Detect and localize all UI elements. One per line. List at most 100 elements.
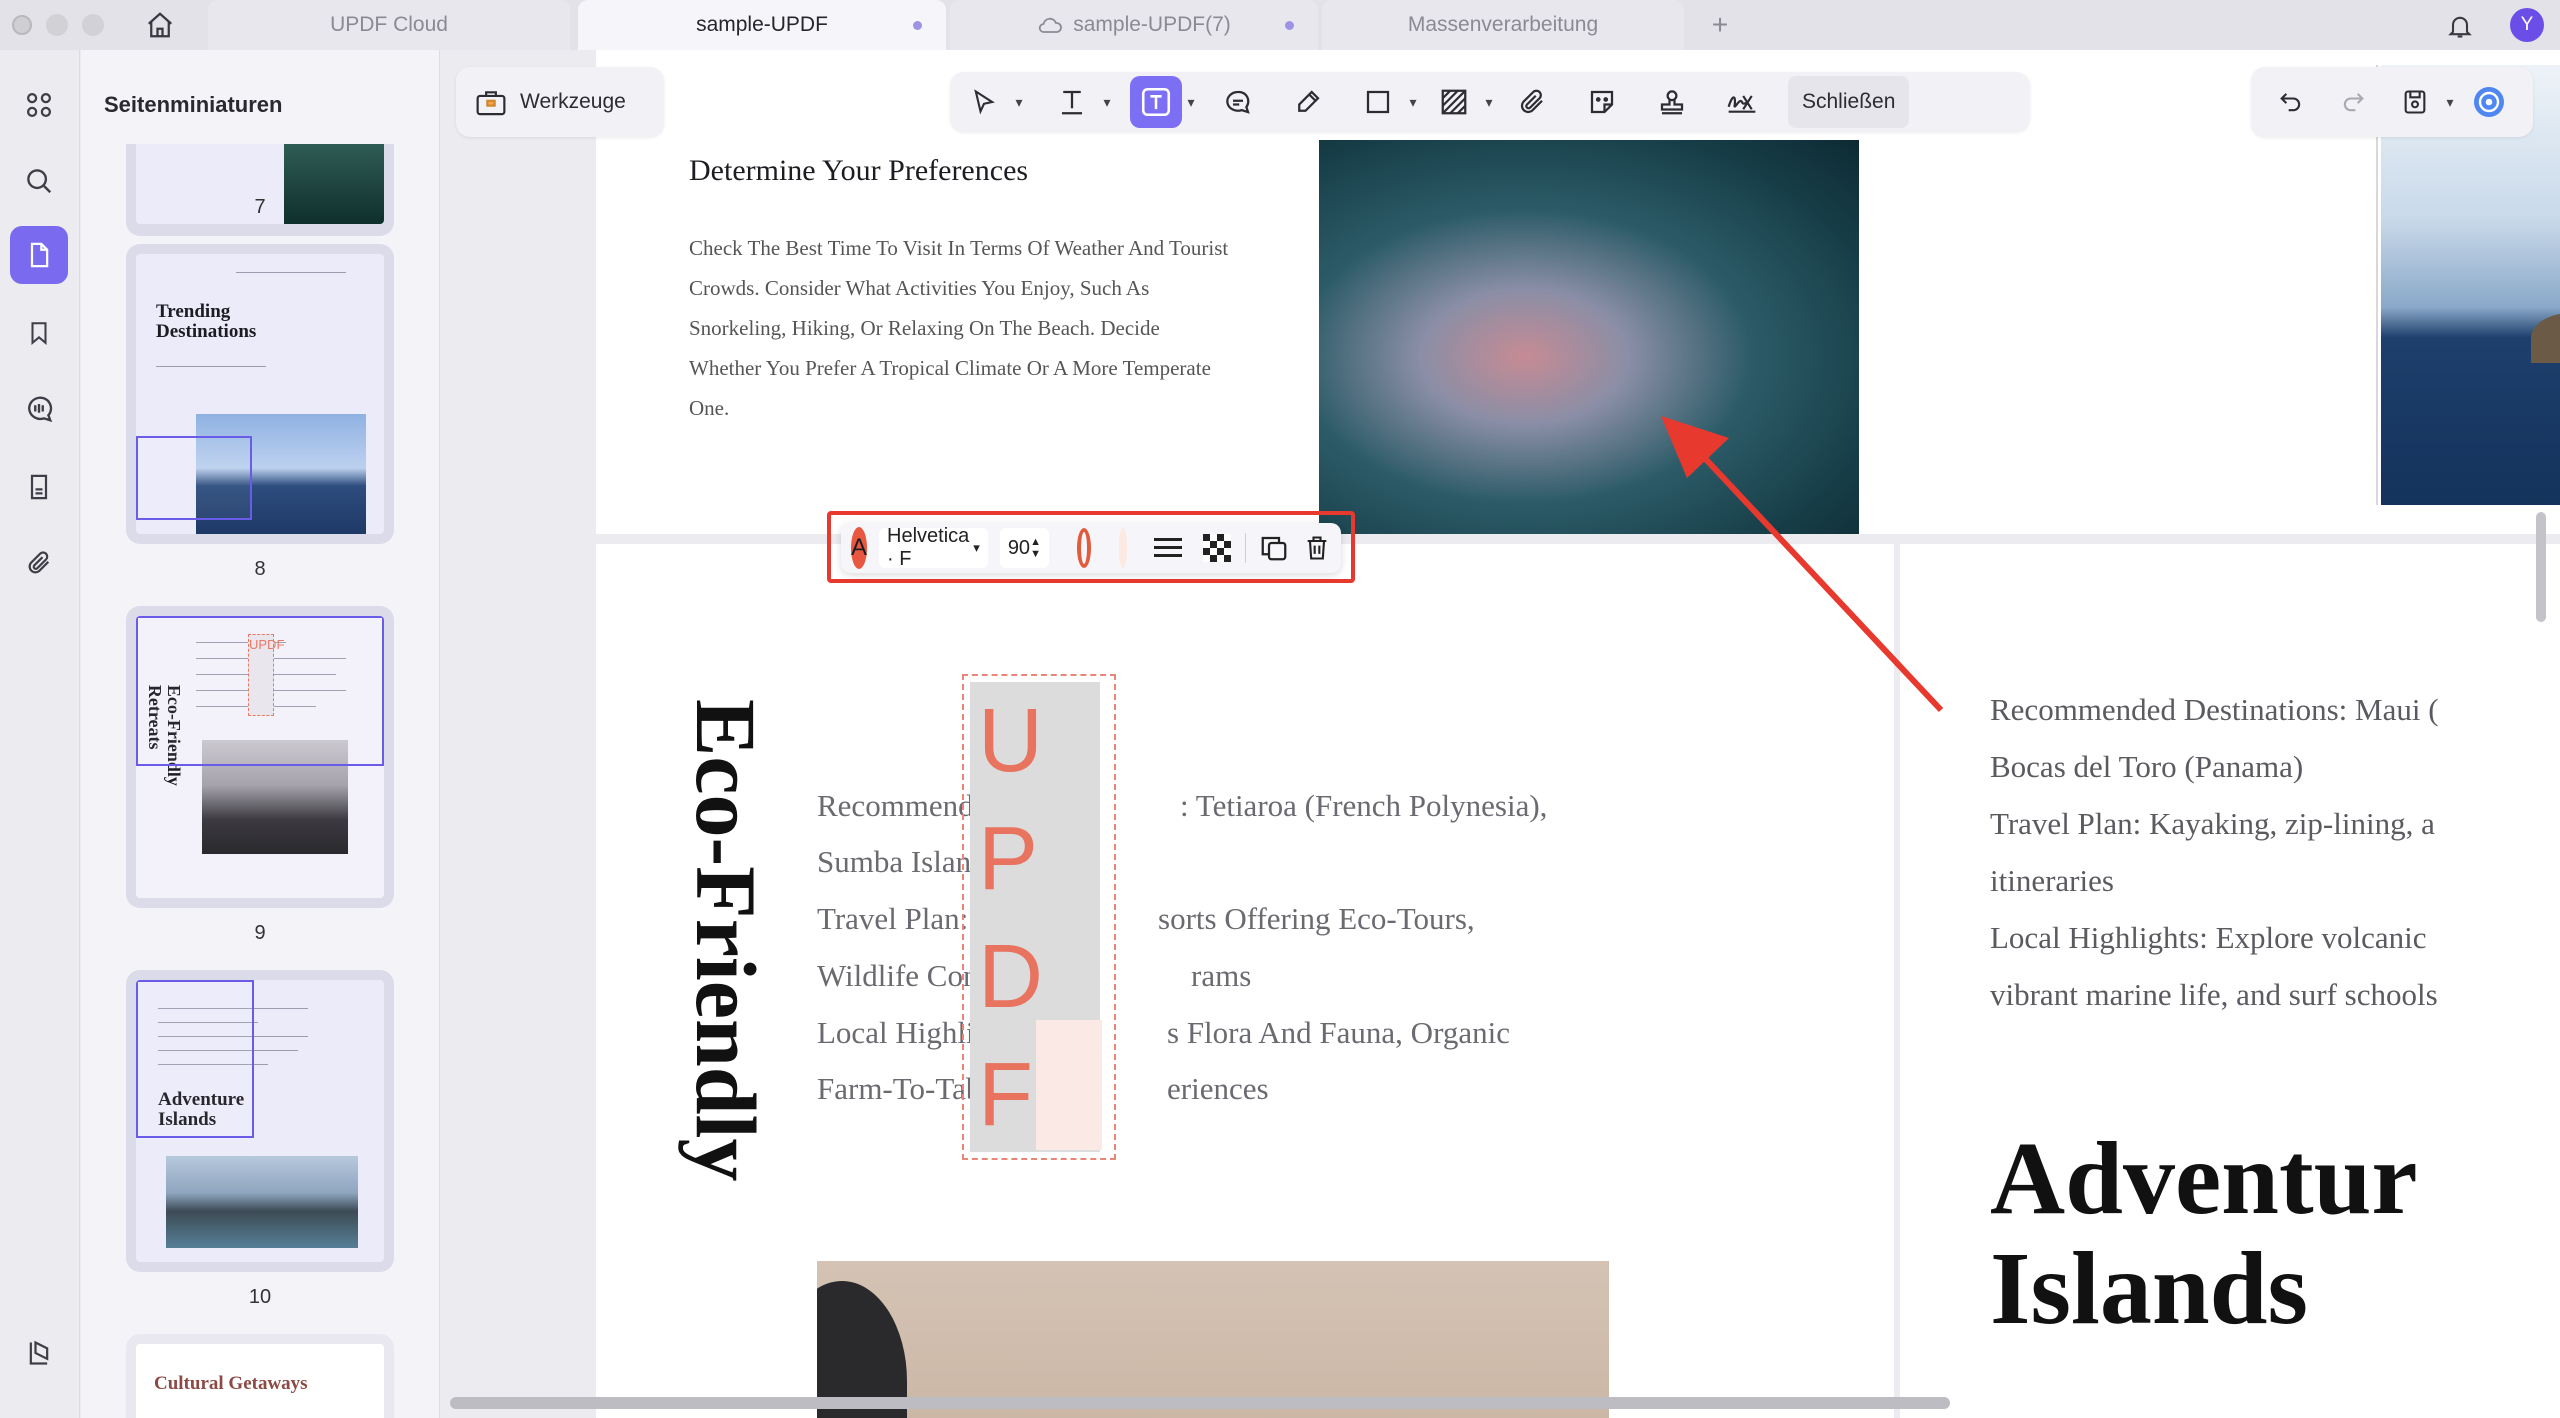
text-color-button[interactable]: A <box>851 527 868 569</box>
opacity-icon[interactable] <box>1202 532 1231 564</box>
search-icon[interactable] <box>10 152 68 210</box>
body-line: s Flora And Fauna, Organic <box>1167 1015 1510 1050</box>
line-width-icon[interactable] <box>1153 532 1183 564</box>
undo-icon[interactable] <box>2265 76 2317 128</box>
chevron-down-icon[interactable]: ▾ <box>2441 94 2459 111</box>
thumbnail-text-line <box>156 366 266 367</box>
stamp-letter: U <box>978 691 1043 791</box>
page-body-text: Check The Best Time To Visit In Terms Of… <box>689 236 1229 420</box>
stepper-arrows-icon[interactable]: ▲ ▼ <box>1030 536 1041 560</box>
viewport-indicator[interactable] <box>136 980 254 1138</box>
page-photo-sand <box>817 1261 1609 1418</box>
border-color-button[interactable] <box>1076 528 1092 568</box>
page-title-line: Adventur <box>1990 1121 2418 1236</box>
text-box-tool-icon[interactable] <box>1130 76 1182 128</box>
document-area: Determine Your Preferences Check The Bes… <box>441 50 2560 1418</box>
body-line: sorts Offering Eco-Tours, <box>1158 901 1475 936</box>
chevron-down-icon[interactable]: ▾ <box>1182 94 1200 111</box>
sticker-tool-icon[interactable] <box>1576 76 1628 128</box>
tab-label: sample-UPDF <box>696 13 828 36</box>
fill-color-button[interactable] <box>1119 528 1127 568</box>
text-tool-icon[interactable] <box>1046 76 1098 128</box>
duplicate-icon[interactable] <box>1259 530 1289 566</box>
body-line: Local Highlights: Explore volcanic <box>1990 920 2427 955</box>
thumbnail-image: Cultural Getaways <box>136 1344 384 1418</box>
font-size-value: 90 <box>1007 536 1031 559</box>
thumbnail-page-9[interactable]: Eco-Friendly Retreats UPDF <box>126 606 394 908</box>
thumbnail-page-number: 7 <box>254 196 266 218</box>
tab-updf-cloud[interactable]: UPDF Cloud <box>208 0 570 50</box>
thumbnail-page-10[interactable]: Adventure Islands <box>126 970 394 1272</box>
thumbnail-image: Eco-Friendly Retreats UPDF <box>136 616 384 898</box>
bell-icon[interactable] <box>2442 8 2478 44</box>
text-box-context-toolbar: A Helvetica · F ▾ 90 ▲ ▼ <box>841 523 1341 573</box>
stamp-tool-icon[interactable] <box>1646 76 1698 128</box>
unsaved-dot <box>913 21 922 30</box>
highlighter-tool-icon[interactable] <box>1282 76 1334 128</box>
font-family-select[interactable]: Helvetica · F ▾ <box>879 525 988 570</box>
thumbnail-title: Cultural Getaways <box>154 1373 308 1394</box>
bookmark-icon[interactable] <box>10 304 68 362</box>
save-icon[interactable] <box>2389 76 2441 128</box>
comment-tool-icon[interactable] <box>1212 76 1264 128</box>
thumbnail-page-8[interactable]: Trending Destinations <box>126 244 394 544</box>
font-family-value: Helvetica · F <box>887 525 970 570</box>
pattern-tool-icon[interactable] <box>1428 76 1480 128</box>
attachment-icon[interactable] <box>10 534 68 592</box>
body-line: itineraries <box>1990 863 2114 898</box>
history-toolbar: ▾ <box>2251 67 2533 137</box>
attach-file-tool-icon[interactable] <box>1506 76 1558 128</box>
select-tool-icon[interactable] <box>958 76 1010 128</box>
unsaved-dot <box>1285 21 1294 30</box>
page-thumbnails-icon[interactable] <box>10 226 68 284</box>
user-avatar[interactable]: Y <box>2510 8 2544 42</box>
new-tab-button[interactable]: + <box>1700 5 1740 45</box>
viewport-indicator[interactable] <box>136 616 384 766</box>
rectangle-tool-icon[interactable] <box>1352 76 1404 128</box>
thumbnail-page-11[interactable]: Cultural Getaways <box>126 1334 394 1418</box>
body-line: Travel Plan: Kayaking, zip-lining, a <box>1990 806 2435 841</box>
thumbnail-title: Trending Destinations <box>156 301 257 342</box>
viewport-indicator[interactable] <box>136 436 252 520</box>
vertical-scrollbar[interactable] <box>2536 512 2546 622</box>
chevron-down-icon[interactable]: ▾ <box>1404 94 1422 111</box>
home-icon[interactable] <box>140 6 180 44</box>
redo-icon[interactable] <box>2327 76 2379 128</box>
page-heading: Determine Your Preferences <box>689 154 1029 187</box>
tab-bar: UPDF Cloud sample-UPDF sample-UPDF(7) Ma… <box>0 0 2560 50</box>
close-edit-button[interactable]: Schließen <box>1788 76 1910 128</box>
chevron-down-icon[interactable]: ▾ <box>1480 94 1498 111</box>
font-size-stepper[interactable]: 90 ▲ ▼ <box>999 528 1049 568</box>
tab-sample-updf[interactable]: sample-UPDF <box>578 0 946 50</box>
body-line: Bocas del Toro (Panama) <box>1990 749 2304 784</box>
horizontal-scrollbar[interactable] <box>450 1397 1950 1409</box>
text-box-selection[interactable]: U P D F <box>962 674 1116 1160</box>
window-close-button[interactable] <box>12 15 32 35</box>
delete-icon[interactable] <box>1303 530 1331 566</box>
organize-pages-icon[interactable] <box>10 76 68 134</box>
tab-massenverarbeitung[interactable]: Massenverarbeitung <box>1322 0 1684 50</box>
chevron-down-icon[interactable]: ▾ <box>1010 94 1028 111</box>
tab-label: UPDF Cloud <box>330 13 448 36</box>
layers-icon[interactable] <box>10 1324 68 1382</box>
thumbnail-text-line <box>236 272 346 273</box>
signature-tool-icon[interactable] <box>1716 76 1768 128</box>
chevron-down-icon[interactable]: ▾ <box>1098 94 1116 111</box>
form-icon[interactable] <box>10 458 68 516</box>
tab-sample-updf-7[interactable]: sample-UPDF(7) <box>950 0 1318 50</box>
close-edit-label: Schließen <box>1802 90 1896 113</box>
thumbnail-panel: Seitenminiaturen 7 Trending Destinations… <box>81 50 440 1418</box>
window-zoom-button[interactable] <box>82 14 104 36</box>
thumbnail-page-7[interactable] <box>126 144 394 236</box>
comments-icon[interactable] <box>10 380 68 438</box>
tools-menu-button[interactable]: Werkzeuge <box>456 67 664 137</box>
ai-assistant-icon[interactable] <box>2463 76 2515 128</box>
body-line: : Tetiaroa (French Polynesia), <box>1180 788 1548 823</box>
chevron-down-icon: ▾ <box>973 540 980 555</box>
vertical-page-title: Eco-Friendly <box>678 699 774 1182</box>
body-line: vibrant marine life, and surf schools <box>1990 977 2438 1012</box>
window-minimize-button[interactable] <box>46 14 68 36</box>
edit-toolbar: ▾ ▾ ▾ ▾ ▾ Schließen <box>950 72 2030 132</box>
body-line: Recommended Destinations: Maui ( <box>1990 692 2439 727</box>
cloud-icon <box>1037 15 1063 35</box>
